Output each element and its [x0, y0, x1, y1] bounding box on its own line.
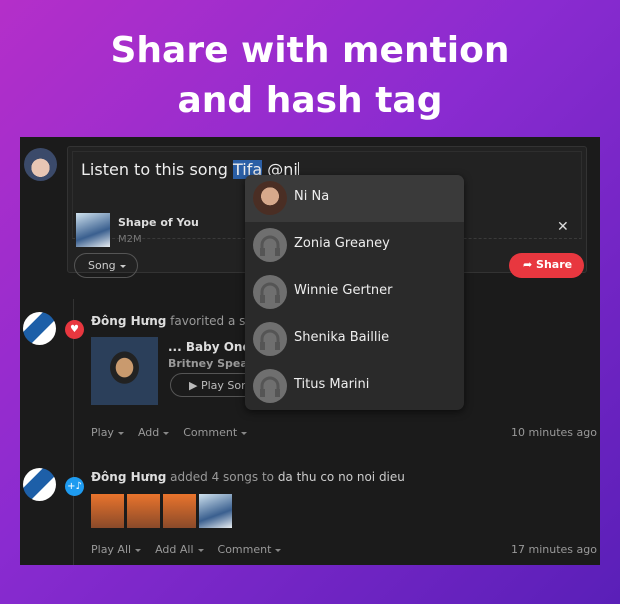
- add-all-menu[interactable]: Add All: [155, 543, 204, 556]
- current-user-avatar: [24, 148, 57, 181]
- user-link[interactable]: Đông Hưng: [91, 314, 166, 328]
- remove-attachment-icon[interactable]: ✕: [557, 219, 569, 235]
- share-button[interactable]: ➦ Share: [509, 253, 584, 278]
- playlist-link[interactable]: da thu co no noi dieu: [278, 470, 405, 484]
- song-artist: M2M: [118, 234, 142, 245]
- mention-option[interactable]: Shenika Baillie: [245, 316, 464, 363]
- headphones-icon: [253, 322, 287, 356]
- song-thumb[interactable]: [127, 494, 160, 528]
- feed-user-avatar[interactable]: [23, 468, 56, 501]
- album-cover[interactable]: [91, 337, 158, 405]
- headphones-icon: [253, 275, 287, 309]
- songs-count-link[interactable]: 4 songs: [212, 470, 259, 484]
- add-menu[interactable]: Add: [138, 426, 170, 439]
- mention-dropdown: Ni Na Zonia Greaney Winnie Gertner Sheni…: [245, 175, 464, 410]
- mention-option[interactable]: Ni Na: [245, 175, 464, 222]
- hero-title: Share with mention and hash tag: [110, 30, 510, 121]
- chevron-down-icon: [119, 264, 126, 268]
- feed-actions: Play All Add All Comment: [91, 543, 282, 556]
- app-panel: Listen to this song Tifa @ni Shape of Yo…: [20, 137, 600, 565]
- mention-option[interactable]: Winnie Gertner: [245, 269, 464, 316]
- song-thumb[interactable]: [91, 494, 124, 528]
- feed-item-header: Đông Hưng favorited a song: [91, 314, 268, 328]
- song-title: Shape of You: [118, 216, 199, 229]
- song-thumb[interactable]: [199, 494, 232, 528]
- comment-menu[interactable]: Comment: [218, 543, 282, 556]
- timestamp: 17 minutes ago: [511, 543, 597, 556]
- feed-actions: Play Add Comment: [91, 426, 248, 439]
- mention-option[interactable]: Titus Marini: [245, 363, 464, 410]
- headphones-icon: [253, 228, 287, 262]
- play-menu[interactable]: Play: [91, 426, 124, 439]
- song-type-dropdown[interactable]: Song: [74, 253, 138, 278]
- play-all-menu[interactable]: Play All: [91, 543, 142, 556]
- feed-item-header: Đông Hưng added 4 songs to da thu co no …: [91, 470, 405, 484]
- comment-menu[interactable]: Comment: [183, 426, 248, 439]
- feed-user-avatar[interactable]: [23, 312, 56, 345]
- share-icon: ➦: [523, 258, 537, 271]
- mention-option[interactable]: Zonia Greaney: [245, 222, 464, 269]
- song-thumb[interactable]: [163, 494, 196, 528]
- user-avatar: [253, 181, 287, 215]
- heart-badge-icon: ♥: [65, 320, 84, 339]
- add-music-badge-icon: +♪: [65, 477, 84, 496]
- play-icon: ▶: [189, 379, 201, 392]
- song-cover: [76, 213, 110, 247]
- timestamp: 10 minutes ago: [511, 426, 597, 439]
- headphones-icon: [253, 369, 287, 403]
- user-link[interactable]: Đông Hưng: [91, 470, 166, 484]
